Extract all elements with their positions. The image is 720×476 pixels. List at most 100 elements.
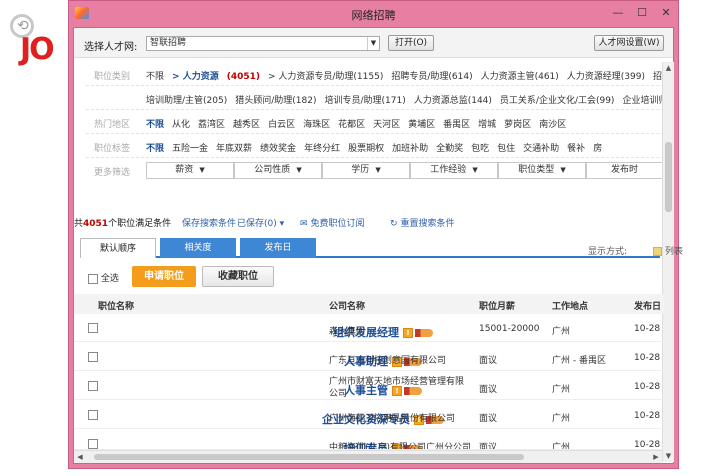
filter-option[interactable]: 从化 xyxy=(172,120,190,130)
scroll-down-icon[interactable]: ▼ xyxy=(663,450,674,462)
select-all[interactable]: 全选 xyxy=(88,271,119,284)
close-icon[interactable]: ✕ xyxy=(657,5,675,21)
column-header[interactable]: 职位名称 xyxy=(98,299,134,312)
filter-option[interactable]: 培训专员/助理(171) xyxy=(324,96,405,106)
filter-option[interactable]: 房 xyxy=(593,144,602,154)
filter-option-selected[interactable]: > 人力资源 xyxy=(172,72,219,82)
filter-label-category: 职位类别 xyxy=(94,72,131,82)
publish-date: 10-28 xyxy=(634,411,661,421)
open-button[interactable]: 打开(O) xyxy=(388,35,434,51)
select-all-checkbox[interactable] xyxy=(88,273,98,284)
filter-option[interactable]: 员工关系/企业文化/工会(99) xyxy=(500,96,615,106)
row-checkbox[interactable] xyxy=(88,410,98,420)
education-dropdown[interactable]: 学历 ▼ xyxy=(322,162,410,179)
filter-option[interactable]: 加班补助 xyxy=(392,144,428,154)
horizontal-scrollbar[interactable]: ◀ ▶ xyxy=(74,450,662,463)
company-name[interactable]: 广东亘方科技创意园有限公司 xyxy=(329,353,446,366)
company-name[interactable]: 森大集团 xyxy=(329,324,365,337)
table-row[interactable]: 人事助理! 广东亘方科技创意园有限公司 面议 广州 - 番禺区 10-28 xyxy=(74,345,664,371)
job-title-link[interactable]: 组织发展经理! xyxy=(102,324,664,340)
filter-option[interactable]: 企业培训师 xyxy=(622,96,664,106)
filter-option[interactable]: 番禺区 xyxy=(443,120,470,130)
filter-option[interactable]: 不限 xyxy=(146,72,164,82)
filter-option[interactable]: 白云区 xyxy=(268,120,295,130)
vertical-scrollbar[interactable]: ▲ ▼ xyxy=(662,62,674,462)
publish-date-dropdown[interactable]: 发布时 xyxy=(586,162,664,179)
scroll-thumb[interactable] xyxy=(94,454,524,460)
filter-option[interactable]: 海珠区 xyxy=(303,120,330,130)
filter-option[interactable]: 股票期权 xyxy=(348,144,384,154)
filter-items-category: 不限 > 人力资源 (4051) > 人力资源专员/助理(1155) 招聘专员/助理(6… xyxy=(146,69,664,82)
filter-option[interactable]: 人力资源总监(144) xyxy=(414,96,492,106)
scroll-thumb[interactable] xyxy=(665,142,672,212)
minimize-icon[interactable]: — xyxy=(609,5,627,21)
table-row[interactable]: 人事主管! 广州市财富天地市场经营管理有限公司 面议 广州 10-28 xyxy=(74,374,664,400)
filter-option-selected[interactable]: 不限 xyxy=(146,144,164,154)
filter-option[interactable]: 黄埔区 xyxy=(408,120,435,130)
collect-job-button[interactable]: 收藏职位 xyxy=(202,266,274,287)
filter-option[interactable]: 交通补助 xyxy=(523,144,559,154)
save-search-link[interactable]: 保存搜索条件 xyxy=(182,216,236,229)
filter-option[interactable]: 人力资源主管(461) xyxy=(481,72,559,82)
filter-option[interactable]: 人力资源经理(399) xyxy=(567,72,645,82)
column-header[interactable]: 公司名称 xyxy=(329,299,365,312)
filter-option[interactable]: 全勤奖 xyxy=(436,144,463,154)
filter-option[interactable]: 花都区 xyxy=(338,120,365,130)
table-header: 职位名称 公司名称 职位月薪 工作地点 发布日 xyxy=(74,294,664,314)
table-row[interactable]: 组织发展经理! 森大集团 15001-20000 广州 10-28 xyxy=(74,316,664,342)
filter-option[interactable]: 越秀区 xyxy=(233,120,260,130)
row-checkbox[interactable] xyxy=(88,352,98,362)
scroll-up-icon[interactable]: ▲ xyxy=(663,62,674,74)
filter-option[interactable]: 包吃 xyxy=(471,144,489,154)
filter-option[interactable]: 招聘专员/助理(614) xyxy=(391,72,472,82)
filter-panel: 职位类别 不限 > 人力资源 (4051) > 人力资源专员/助理(1155) 招聘专员… xyxy=(86,62,664,238)
list-view-icon[interactable] xyxy=(653,247,663,256)
filter-option[interactable]: 培训助理/主管(205) xyxy=(146,96,227,106)
filter-option[interactable]: 猎头顾问/助理(182) xyxy=(235,96,316,106)
filter-option[interactable]: 天河区 xyxy=(373,120,400,130)
tab-relevance[interactable]: 相关度 xyxy=(160,238,236,258)
table-row[interactable]: 企业文化资深专员! 广州海鸥卫浴用品股份有限公司 面议 广州 10-28 xyxy=(74,403,664,429)
tab-default-order[interactable]: 默认顺序 xyxy=(80,238,156,258)
filter-option[interactable]: 南沙区 xyxy=(539,120,566,130)
column-header[interactable]: 工作地点 xyxy=(552,299,588,312)
filter-option[interactable]: 餐补 xyxy=(567,144,585,154)
row-checkbox[interactable] xyxy=(88,381,98,391)
filter-option[interactable]: 绩效奖金 xyxy=(260,144,296,154)
publish-date: 10-28 xyxy=(634,382,661,392)
experience-dropdown[interactable]: 工作经验 ▼ xyxy=(410,162,498,179)
site-settings-button[interactable]: 人才网设置(W) xyxy=(594,35,664,51)
filter-option[interactable]: 年终分红 xyxy=(304,144,340,154)
saved-searches-link[interactable]: 已保存(0) ▾ xyxy=(237,216,284,229)
job-type-dropdown[interactable]: 职位类型 ▼ xyxy=(498,162,586,179)
filter-option[interactable]: 增城 xyxy=(478,120,496,130)
filter-option[interactable]: 荔湾区 xyxy=(198,120,225,130)
scroll-left-icon[interactable]: ◀ xyxy=(74,451,86,463)
filter-option[interactable]: 包住 xyxy=(497,144,515,154)
company-type-dropdown[interactable]: 公司性质 ▼ xyxy=(234,162,322,179)
scroll-right-icon[interactable]: ▶ xyxy=(650,451,662,463)
company-name[interactable]: 广州市财富天地市场经营管理有限公司 xyxy=(329,376,469,400)
apply-job-button[interactable]: 申请职位 xyxy=(132,266,196,287)
column-header[interactable]: 发布日 xyxy=(634,299,661,312)
filter-option-selected[interactable]: 不限 xyxy=(146,120,164,130)
row-checkbox[interactable] xyxy=(88,323,98,333)
site-label: 选择人才网: xyxy=(84,42,138,53)
display-mode-value[interactable]: 列表 xyxy=(665,247,683,257)
row-checkbox[interactable] xyxy=(88,439,98,449)
filter-option[interactable]: 五险一金 xyxy=(172,144,208,154)
reset-search-link[interactable]: ↻ 重置搜索条件 xyxy=(390,216,455,229)
maximize-icon[interactable]: ☐ xyxy=(633,5,651,21)
table-row[interactable]: 培训专员! 中粮海优(北京)有限公司广州分公司 面议 广州 10-28 xyxy=(74,432,664,450)
company-name[interactable]: 广州海鸥卫浴用品股份有限公司 xyxy=(329,411,455,424)
tab-publish-date[interactable]: 发布日 xyxy=(240,238,316,258)
filter-option[interactable]: > 人力资源专员/助理(1155) xyxy=(268,72,383,82)
salary-dropdown[interactable]: 薪资 ▼ xyxy=(146,162,234,179)
site-select[interactable]: 智联招聘 ▼ xyxy=(146,36,380,51)
column-header[interactable]: 职位月薪 xyxy=(479,299,515,312)
filter-option[interactable]: 年底双薪 xyxy=(216,144,252,154)
company-name[interactable]: 中粮海优(北京)有限公司广州分公司 xyxy=(329,440,471,449)
filter-row-tags: 职位标签 不限 五险一金 年底双薪 绩效奖金 年终分红 股票期权 加班补助 全勤奖 包吃 包住 交通… xyxy=(86,134,664,158)
filter-option[interactable]: 萝岗区 xyxy=(504,120,531,130)
free-subscribe-link[interactable]: ✉ 免费职位订阅 xyxy=(300,216,365,229)
